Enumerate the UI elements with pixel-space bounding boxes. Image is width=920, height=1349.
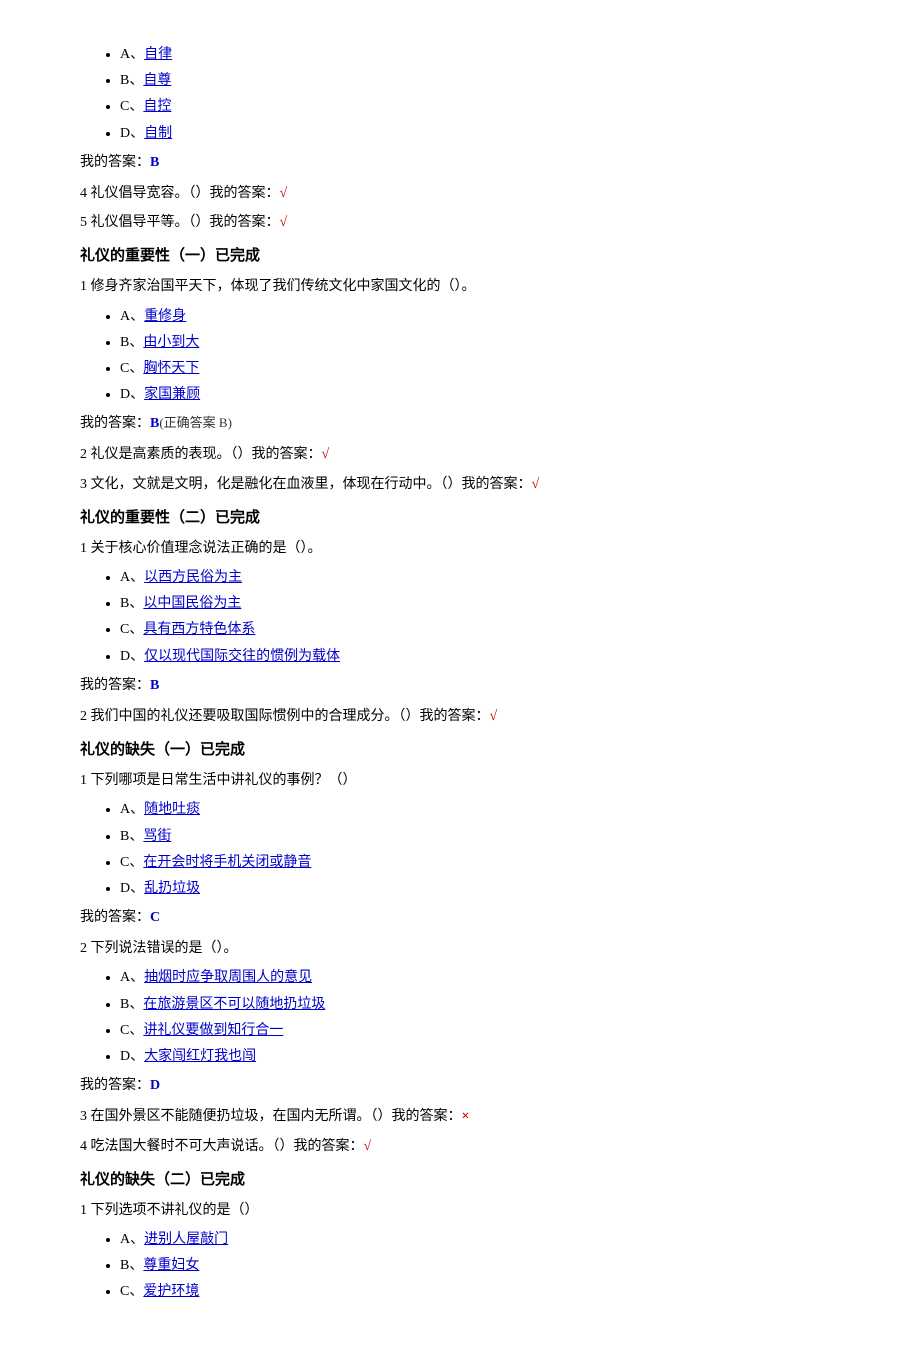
s1-q2: 2 礼仪是高素质的表现。（）我的答案：√ [80,442,860,467]
intro-my-answer: 我的答案：B [80,150,860,175]
option-c: C、自控 [120,94,860,119]
option-a: A、自律 [120,42,860,67]
s3-q1-option-b: B、骂街 [120,824,860,849]
section-title-3: 礼仪的缺失（一）已完成 [80,737,860,764]
s4-q1-option-c: C、爱护环境 [120,1279,860,1304]
s3-q1-options: A、随地吐痰 B、骂街 C、在开会时将手机关闭或静音 D、乱扔垃圾 [80,797,860,901]
s4-q1-options: A、进别人屋敲门 B、尊重妇女 C、爱护环境 [80,1227,860,1305]
s3-q2-answer: 我的答案：D [80,1073,860,1098]
section-title-1: 礼仪的重要性（一）已完成 [80,243,860,270]
s3-q1-text: 1 下列哪项是日常生活中讲礼仪的事例？（） [80,768,860,793]
s2-q1-option-a: A、以西方民俗为主 [120,565,860,590]
section-title-4: 礼仪的缺失（二）已完成 [80,1167,860,1194]
s3-q4: 4 吃法国大餐时不可大声说话。（）我的答案：√ [80,1134,860,1159]
s3-q2-options: A、抽烟时应争取周围人的意见 B、在旅游景区不可以随地扔垃圾 C、讲礼仪要做到知… [80,965,860,1069]
s3-q1-option-a: A、随地吐痰 [120,797,860,822]
s4-q1-option-b: B、尊重妇女 [120,1253,860,1278]
s1-q1-options: A、重修身 B、由小到大 C、胸怀天下 D、家国兼顾 [80,304,860,408]
s1-q1-text: 1 修身齐家治国平天下，体现了我们传统文化中家国文化的（）。 [80,274,860,299]
section-importance-2: 礼仪的重要性（二）已完成 1 关于核心价值理念说法正确的是（）。 A、以西方民俗… [80,505,860,729]
s1-q1-option-a: A、重修身 [120,304,860,329]
s1-q1-option-b: B、由小到大 [120,330,860,355]
section-importance-1: 礼仪的重要性（一）已完成 1 修身齐家治国平天下，体现了我们传统文化中家国文化的… [80,243,860,497]
option-d: D、自制 [120,121,860,146]
section-deficiency-1: 礼仪的缺失（一）已完成 1 下列哪项是日常生活中讲礼仪的事例？（） A、随地吐痰… [80,737,860,1159]
s2-q2: 2 我们中国的礼仪还要吸取国际惯例中的合理成分。（）我的答案：√ [80,704,860,729]
s3-q2-option-a: A、抽烟时应争取周围人的意见 [120,965,860,990]
option-b: B、自尊 [120,68,860,93]
intro-q4: 4 礼仪倡导宽容。（）我的答案：√ [80,181,860,206]
s3-q3: 3 在国外景区不能随便扔垃圾，在国内无所谓。（）我的答案：× [80,1104,860,1129]
s3-q2-option-d: D、大家闯红灯我也闯 [120,1044,860,1069]
s3-q2-option-c: C、讲礼仪要做到知行合一 [120,1018,860,1043]
s4-q1-option-a: A、进别人屋敲门 [120,1227,860,1252]
s1-q1-option-c: C、胸怀天下 [120,356,860,381]
section-title-2: 礼仪的重要性（二）已完成 [80,505,860,532]
s4-q1-text: 1 下列选项不讲礼仪的是（） [80,1198,860,1223]
s2-q1-text: 1 关于核心价值理念说法正确的是（）。 [80,536,860,561]
s2-q1-option-d: D、仅以现代国际交往的惯例为载体 [120,644,860,669]
s1-q1-option-d: D、家国兼顾 [120,382,860,407]
s2-q1-options: A、以西方民俗为主 B、以中国民俗为主 C、具有西方特色体系 D、仅以现代国际交… [80,565,860,669]
intro-section: A、自律 B、自尊 C、自控 D、自制 我的答案：B 4 礼仪倡导宽容。（）我的… [80,42,860,235]
section-deficiency-2: 礼仪的缺失（二）已完成 1 下列选项不讲礼仪的是（） A、进别人屋敲门 B、尊重… [80,1167,860,1305]
intro-q5: 5 礼仪倡导平等。（）我的答案：√ [80,210,860,235]
s3-q1-answer: 我的答案：C [80,905,860,930]
s3-q1-option-c: C、在开会时将手机关闭或静音 [120,850,860,875]
s3-q1-option-d: D、乱扔垃圾 [120,876,860,901]
s2-q1-option-b: B、以中国民俗为主 [120,591,860,616]
s1-q1-answer: 我的答案：B(正确答案 B) [80,411,860,436]
s3-q2-text: 2 下列说法错误的是（）。 [80,936,860,961]
s1-q3: 3 文化，文就是文明，化是融化在血液里，体现在行动中。（）我的答案：√ [80,472,860,497]
s2-q1-answer: 我的答案：B [80,673,860,698]
s3-q2-option-b: B、在旅游景区不可以随地扔垃圾 [120,992,860,1017]
s2-q1-option-c: C、具有西方特色体系 [120,617,860,642]
intro-options-list: A、自律 B、自尊 C、自控 D、自制 [80,42,860,146]
